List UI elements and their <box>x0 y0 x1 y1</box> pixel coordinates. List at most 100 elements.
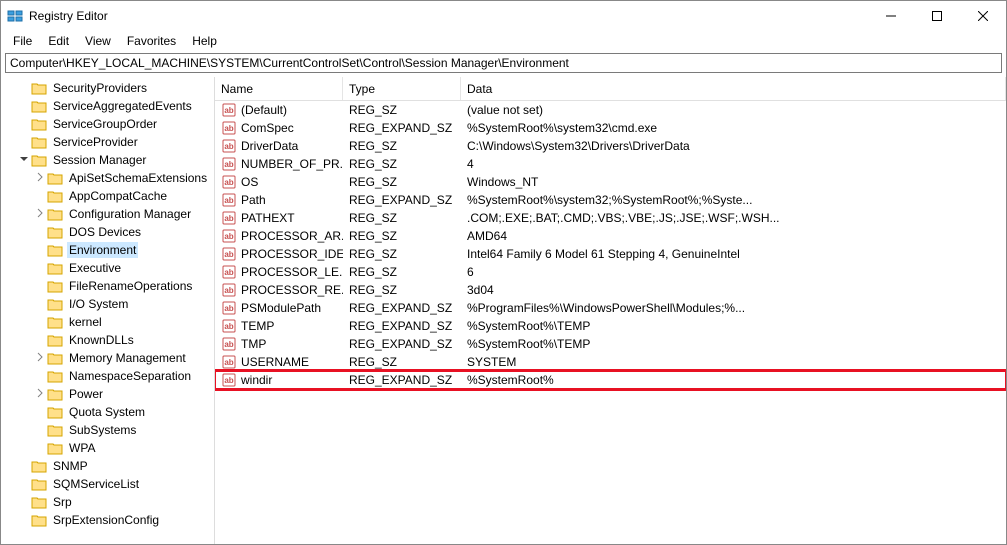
value-row[interactable]: abComSpecREG_EXPAND_SZ%SystemRoot%\syste… <box>215 119 1006 137</box>
value-data: %SystemRoot%\TEMP <box>461 319 1006 333</box>
tree-item[interactable]: ServiceAggregatedEvents <box>1 97 214 115</box>
svg-text:ab: ab <box>224 322 233 331</box>
tree-item[interactable]: AppCompatCache <box>1 187 214 205</box>
folder-icon <box>47 279 63 293</box>
value-name: USERNAME <box>241 355 309 369</box>
value-name: NUMBER_OF_PR... <box>241 157 343 171</box>
address-bar[interactable]: Computer\HKEY_LOCAL_MACHINE\SYSTEM\Curre… <box>5 53 1002 73</box>
tree-item-label: ServiceAggregatedEvents <box>51 98 194 114</box>
tree-item[interactable]: Memory Management <box>1 349 214 367</box>
value-name: DriverData <box>241 139 298 153</box>
menu-file[interactable]: File <box>5 32 40 50</box>
chevron-down-icon[interactable] <box>17 154 31 167</box>
value-row[interactable]: abPROCESSOR_IDE...REG_SZIntel64 Family 6… <box>215 245 1006 263</box>
tree-item-label: ServiceGroupOrder <box>51 116 159 132</box>
tree-item[interactable]: I/O System <box>1 295 214 313</box>
maximize-button[interactable] <box>914 1 960 31</box>
value-row[interactable]: abTMPREG_EXPAND_SZ%SystemRoot%\TEMP <box>215 335 1006 353</box>
tree-item-label: SQMServiceList <box>51 476 141 492</box>
folder-icon <box>47 297 63 311</box>
tree-item-label: kernel <box>67 314 104 330</box>
close-button[interactable] <box>960 1 1006 31</box>
value-row[interactable]: abPATHEXTREG_SZ.COM;.EXE;.BAT;.CMD;.VBS;… <box>215 209 1006 227</box>
folder-icon <box>31 135 47 149</box>
value-data: SYSTEM <box>461 355 1006 369</box>
folder-icon <box>47 387 63 401</box>
tree-item[interactable]: Power <box>1 385 214 403</box>
tree-item[interactable]: NamespaceSeparation <box>1 367 214 385</box>
tree-item[interactable]: SQMServiceList <box>1 475 214 493</box>
value-row[interactable]: ab DriverData REG_SZC:\Windows\System32\Dr… <box>215 137 1006 155</box>
tree-item[interactable]: Environment <box>1 241 214 259</box>
string-value-icon: ab <box>221 138 237 154</box>
menu-favorites[interactable]: Favorites <box>119 32 184 50</box>
menubar: File Edit View Favorites Help <box>1 31 1006 51</box>
tree-item[interactable]: Configuration Manager <box>1 205 214 223</box>
value-row[interactable]: abPROCESSOR_RE...REG_SZ3d04 <box>215 281 1006 299</box>
tree-item[interactable]: ApiSetSchemaExtensions <box>1 169 214 187</box>
folder-icon <box>47 189 63 203</box>
tree-item[interactable]: WPA <box>1 439 214 457</box>
value-row[interactable]: abPSModulePathREG_EXPAND_SZ%ProgramFiles… <box>215 299 1006 317</box>
value-row[interactable]: abPathREG_EXPAND_SZ%SystemRoot%\system32… <box>215 191 1006 209</box>
value-row[interactable]: abTEMPREG_EXPAND_SZ%SystemRoot%\TEMP <box>215 317 1006 335</box>
tree-item-label: Session Manager <box>51 152 148 168</box>
string-value-icon: ab <box>221 156 237 172</box>
col-header-type[interactable]: Type <box>343 77 461 100</box>
tree-item[interactable]: SecurityProviders <box>1 79 214 97</box>
chevron-right-icon[interactable] <box>33 172 47 185</box>
svg-text:ab: ab <box>224 358 233 367</box>
string-value-icon: ab <box>221 264 237 280</box>
col-header-name[interactable]: Name <box>215 77 343 100</box>
tree-item[interactable]: FileRenameOperations <box>1 277 214 295</box>
chevron-right-icon[interactable] <box>33 388 47 401</box>
tree-item-label: ServiceProvider <box>51 134 140 150</box>
tree-item[interactable]: Srp <box>1 493 214 511</box>
values-list[interactable]: ab(Default)REG_SZ(value not set)abComSpe… <box>215 101 1006 544</box>
value-type: REG_SZ <box>343 139 461 153</box>
chevron-right-icon[interactable] <box>33 352 47 365</box>
value-row[interactable]: abUSERNAMEREG_SZSYSTEM <box>215 353 1006 371</box>
value-data: C:\Windows\System32\Drivers\DriverData <box>461 139 1006 153</box>
tree-item-label: SrpExtensionConfig <box>51 512 161 528</box>
svg-text:ab: ab <box>224 304 233 313</box>
folder-icon <box>31 99 47 113</box>
value-name: Path <box>241 193 266 207</box>
svg-text:ab: ab <box>224 142 233 151</box>
tree-view[interactable]: SecurityProvidersServiceAggregatedEvents… <box>1 77 215 544</box>
tree-item-label: I/O System <box>67 296 130 312</box>
minimize-button[interactable] <box>868 1 914 31</box>
value-type: REG_SZ <box>343 265 461 279</box>
string-value-icon: ab <box>221 228 237 244</box>
value-type: REG_SZ <box>343 103 461 117</box>
value-row[interactable]: abOSREG_SZWindows_NT <box>215 173 1006 191</box>
value-type: REG_EXPAND_SZ <box>343 319 461 333</box>
tree-item-label: SNMP <box>51 458 90 474</box>
tree-item[interactable]: Executive <box>1 259 214 277</box>
value-row[interactable]: ab(Default)REG_SZ(value not set) <box>215 101 1006 119</box>
menu-view[interactable]: View <box>77 32 119 50</box>
value-row[interactable]: abPROCESSOR_LE...REG_SZ6 <box>215 263 1006 281</box>
tree-item[interactable]: Session Manager <box>1 151 214 169</box>
value-name: PROCESSOR_RE... <box>241 283 343 297</box>
tree-item-label: Power <box>67 386 105 402</box>
tree-item[interactable]: Quota System <box>1 403 214 421</box>
tree-item[interactable]: KnownDLLs <box>1 331 214 349</box>
tree-item[interactable]: ServiceGroupOrder <box>1 115 214 133</box>
tree-item-label: Executive <box>67 260 123 276</box>
menu-edit[interactable]: Edit <box>40 32 77 50</box>
tree-item[interactable]: kernel <box>1 313 214 331</box>
value-row[interactable]: abPROCESSOR_AR...REG_SZAMD64 <box>215 227 1006 245</box>
tree-item[interactable]: SrpExtensionConfig <box>1 511 214 529</box>
tree-item[interactable]: ServiceProvider <box>1 133 214 151</box>
col-header-data[interactable]: Data <box>461 77 1006 100</box>
value-row[interactable]: abwindirREG_EXPAND_SZ%SystemRoot% <box>215 371 1006 389</box>
tree-item[interactable]: DOS Devices <box>1 223 214 241</box>
value-row[interactable]: abNUMBER_OF_PR...REG_SZ4 <box>215 155 1006 173</box>
folder-icon <box>31 513 47 527</box>
tree-item[interactable]: SubSystems <box>1 421 214 439</box>
folder-icon <box>47 351 63 365</box>
menu-help[interactable]: Help <box>184 32 225 50</box>
chevron-right-icon[interactable] <box>33 208 47 221</box>
tree-item[interactable]: SNMP <box>1 457 214 475</box>
